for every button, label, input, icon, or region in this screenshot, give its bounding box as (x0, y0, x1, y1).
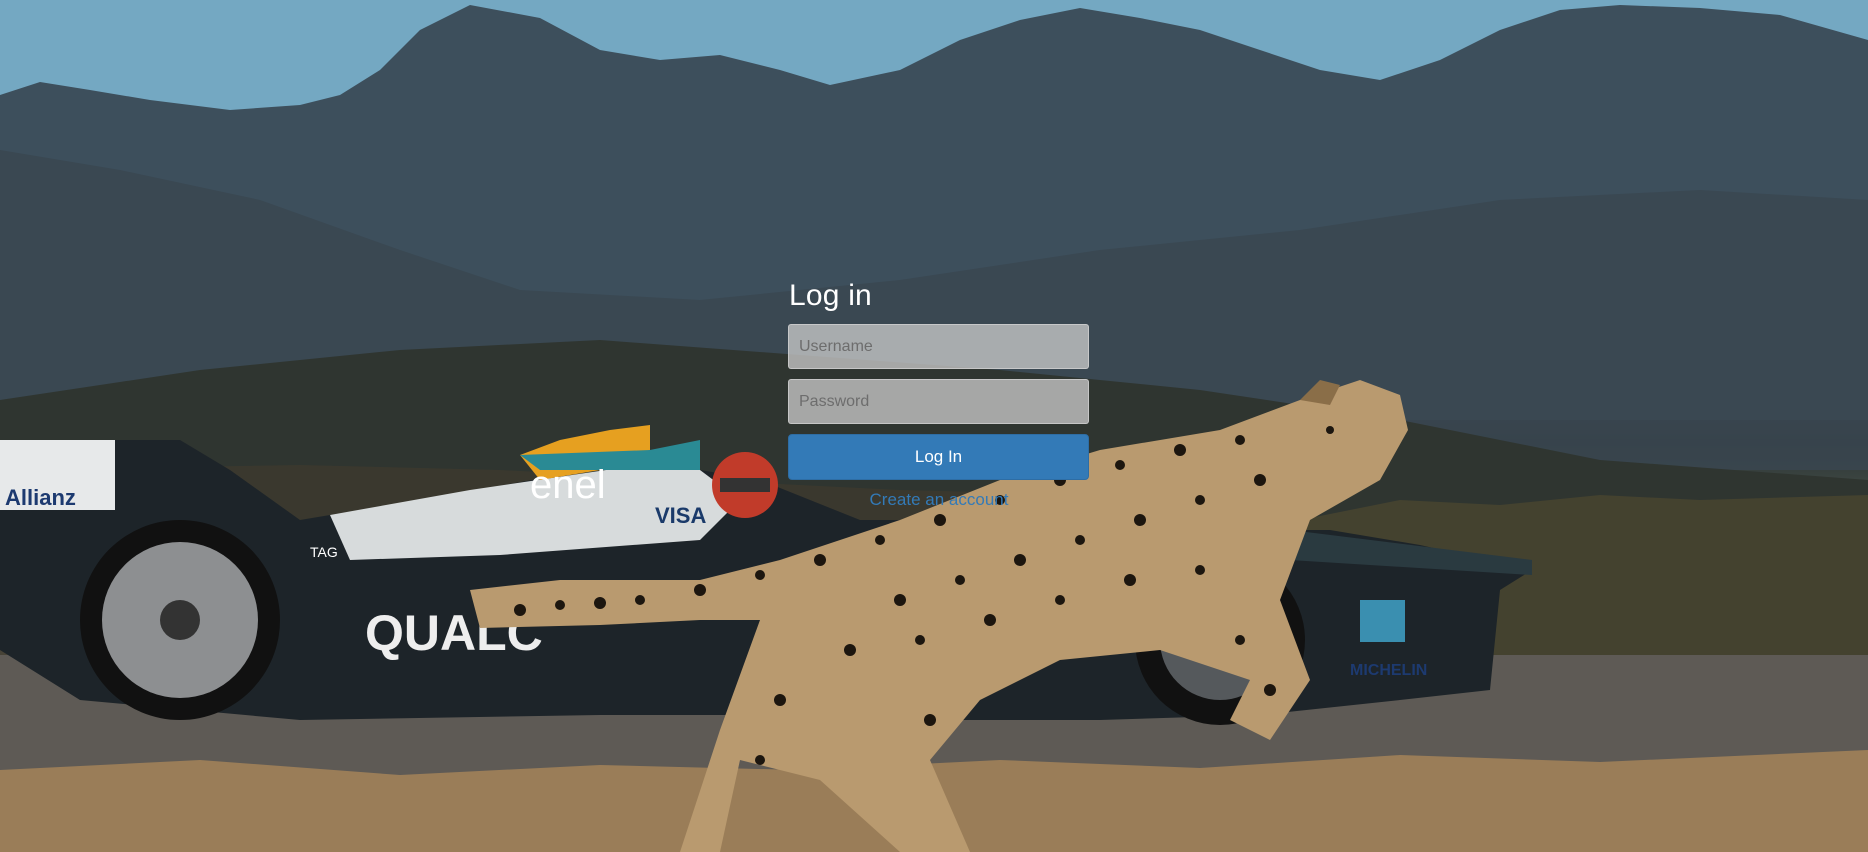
svg-text:Allianz: Allianz (5, 485, 76, 510)
login-form: Log in Log In Create an account (788, 278, 1090, 510)
login-title: Log in (789, 279, 872, 312)
svg-text:enel: enel (530, 463, 606, 507)
create-account-link[interactable]: Create an account (788, 490, 1090, 510)
username-input[interactable] (788, 324, 1089, 369)
login-page: enel VISA QUALC Allianz MICHELIN TAG Log… (0, 0, 1868, 852)
svg-text:MICHELIN: MICHELIN (1350, 662, 1427, 679)
password-input[interactable] (788, 379, 1089, 424)
login-button[interactable]: Log In (788, 434, 1089, 480)
svg-text:VISA: VISA (655, 503, 706, 528)
svg-text:TAG: TAG (310, 544, 338, 560)
